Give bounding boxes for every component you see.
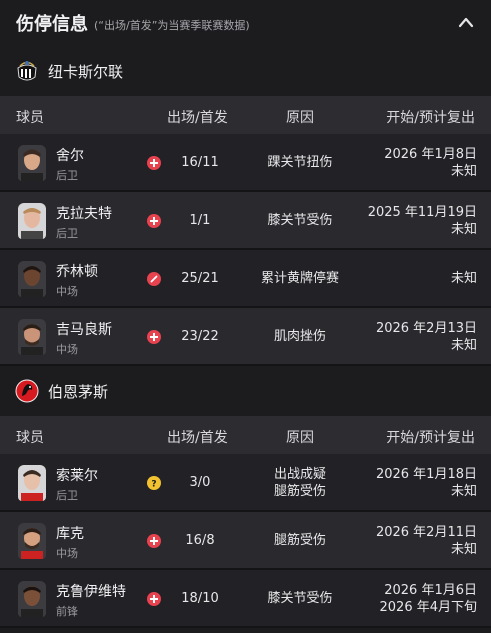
return-info: 2026 年2月13日 未知 bbox=[376, 320, 477, 354]
team-name: 伯恩茅斯 bbox=[48, 382, 109, 401]
injury-reason: 踝关节扭伤 bbox=[250, 154, 350, 171]
reason-line: 膝关节受伤 bbox=[267, 213, 333, 228]
player-avatar bbox=[18, 523, 46, 559]
injury-reason: 腿筋受伤 bbox=[250, 532, 350, 549]
reason-line: 出战成疑 bbox=[273, 467, 326, 482]
player-row[interactable]: 克鲁伊维特 前锋 18/10 膝关节受伤 2026 年1月6日 2026 年4月… bbox=[0, 570, 491, 628]
player-position: 中场 bbox=[56, 343, 78, 356]
return-start: 2026 年2月13日 bbox=[375, 321, 477, 336]
player-position: 中场 bbox=[56, 285, 78, 298]
player-avatar bbox=[18, 203, 46, 239]
column-header-apps: 出场/首发 bbox=[167, 430, 228, 446]
player-avatar bbox=[18, 319, 46, 355]
player-name[interactable]: 索莱尔 bbox=[56, 465, 98, 485]
return-expected: 未知 bbox=[450, 271, 477, 286]
return-start: 2026 年1月6日 bbox=[384, 583, 477, 598]
svg-text:?: ? bbox=[151, 480, 156, 489]
reason-line: 腿筋受伤 bbox=[273, 484, 326, 499]
player-row[interactable]: 索莱尔 后卫 ? 3/0 出战成疑 腿筋受伤 2026 年1月18日 未知 bbox=[0, 454, 491, 512]
reason-line: 累计黄牌停赛 bbox=[260, 271, 339, 286]
player-name[interactable]: 乔林顿 bbox=[56, 261, 98, 281]
team-header-newcastle: 纽卡斯尔联 bbox=[0, 46, 491, 96]
player-avatar bbox=[18, 465, 46, 501]
player-position: 后卫 bbox=[56, 489, 78, 502]
apps-value: 16/11 bbox=[181, 155, 219, 170]
player-row[interactable]: 库克 中场 16/8 腿筋受伤 2026 年2月11日 未知 bbox=[0, 512, 491, 570]
player-row[interactable]: 乔林顿 中场 25/21 累计黄牌停赛 未知 bbox=[0, 250, 491, 308]
team-name: 纽卡斯尔联 bbox=[48, 62, 124, 81]
player-name[interactable]: 克拉夫特 bbox=[56, 203, 112, 223]
player-row[interactable]: 舍尔 后卫 16/11 踝关节扭伤 2026 年1月8日 未知 bbox=[0, 134, 491, 192]
return-start: 2025 年11月19日 bbox=[367, 205, 477, 220]
player-position: 中场 bbox=[56, 547, 78, 560]
column-header-return: 开始/预计复出 bbox=[386, 110, 475, 126]
return-start: 2026 年1月8日 bbox=[384, 147, 477, 162]
apps-value: 23/22 bbox=[181, 329, 219, 344]
chevron-up-icon[interactable] bbox=[457, 15, 475, 29]
player-name[interactable]: 克鲁伊维特 bbox=[56, 581, 126, 601]
injury-cross-icon bbox=[147, 330, 161, 344]
player-avatar bbox=[18, 145, 46, 181]
return-expected: 未知 bbox=[450, 222, 477, 237]
apps-value: 1/1 bbox=[189, 213, 211, 228]
player-name[interactable]: 库克 bbox=[56, 523, 84, 543]
player-position: 前锋 bbox=[56, 605, 78, 618]
injury-cross-icon bbox=[147, 592, 161, 606]
injury-reason: 膝关节受伤 bbox=[250, 590, 350, 607]
suspension-card-icon bbox=[147, 272, 161, 286]
return-start: 2026 年2月11日 bbox=[375, 525, 477, 540]
return-info: 2026 年1月8日 未知 bbox=[384, 146, 477, 180]
player-position: 后卫 bbox=[56, 227, 78, 240]
return-expected: 未知 bbox=[450, 164, 477, 179]
table-header-row: 球员 出场/首发 原因 开始/预计复出 bbox=[0, 96, 491, 134]
reason-line: 膝关节受伤 bbox=[267, 591, 333, 606]
return-info: 2026 年2月11日 未知 bbox=[376, 524, 477, 558]
apps-value: 3/0 bbox=[189, 475, 211, 490]
injury-cross-icon bbox=[147, 534, 161, 548]
return-start: 2026 年1月18日 bbox=[375, 467, 477, 482]
player-name[interactable]: 吉马良斯 bbox=[56, 319, 112, 339]
apps-value: 18/10 bbox=[181, 591, 219, 606]
column-header-player: 球员 bbox=[16, 430, 44, 446]
column-header-apps: 出场/首发 bbox=[167, 110, 228, 126]
newcastle-crest-icon bbox=[14, 58, 40, 84]
return-expected: 未知 bbox=[450, 484, 477, 499]
player-row[interactable]: 吉马良斯 中场 23/22 肌肉挫伤 2026 年2月13日 未知 bbox=[0, 308, 491, 366]
return-expected: 2026 年4月下旬 bbox=[379, 600, 478, 615]
column-header-return: 开始/预计复出 bbox=[386, 430, 475, 446]
column-header-reason: 原因 bbox=[286, 430, 314, 446]
injury-section-header: 伤停信息 (“出场/首发”为当赛季联赛数据) bbox=[0, 0, 491, 46]
reason-line: 腿筋受伤 bbox=[273, 533, 326, 548]
return-info: 未知 bbox=[451, 270, 477, 287]
section-title: 伤停信息 bbox=[16, 14, 88, 35]
injury-cross-icon bbox=[147, 156, 161, 170]
injury-cross-icon bbox=[147, 214, 161, 228]
player-avatar bbox=[18, 261, 46, 297]
reason-line: 踝关节扭伤 bbox=[267, 155, 333, 170]
player-name[interactable]: 舍尔 bbox=[56, 145, 84, 165]
reason-line: 肌肉挫伤 bbox=[273, 329, 326, 344]
return-info: 2026 年1月18日 未知 bbox=[376, 466, 477, 500]
injury-reason: 膝关节受伤 bbox=[250, 212, 350, 229]
injury-reason: 肌肉挫伤 bbox=[250, 328, 350, 345]
apps-value: 16/8 bbox=[185, 533, 215, 548]
column-header-player: 球员 bbox=[16, 110, 44, 126]
team-header-bournemouth: 伯恩茅斯 bbox=[0, 366, 491, 416]
return-info: 2025 年11月19日 未知 bbox=[368, 204, 477, 238]
player-row[interactable]: 克拉夫特 后卫 1/1 膝关节受伤 2025 年11月19日 未知 bbox=[0, 192, 491, 250]
section-subtitle: (“出场/首发”为当赛季联赛数据) bbox=[94, 18, 250, 32]
player-position: 后卫 bbox=[56, 169, 78, 182]
player-avatar bbox=[18, 581, 46, 617]
injury-reason: 出战成疑 腿筋受伤 bbox=[250, 466, 350, 500]
column-header-reason: 原因 bbox=[286, 110, 314, 126]
table-header-row: 球员 出场/首发 原因 开始/预计复出 bbox=[0, 416, 491, 454]
doubtful-question-icon: ? bbox=[147, 476, 161, 490]
apps-value: 25/21 bbox=[181, 271, 219, 286]
return-expected: 未知 bbox=[450, 338, 477, 353]
return-expected: 未知 bbox=[450, 542, 477, 557]
bournemouth-crest-icon bbox=[14, 378, 40, 404]
return-info: 2026 年1月6日 2026 年4月下旬 bbox=[380, 582, 478, 616]
injury-reason: 累计黄牌停赛 bbox=[250, 270, 350, 287]
